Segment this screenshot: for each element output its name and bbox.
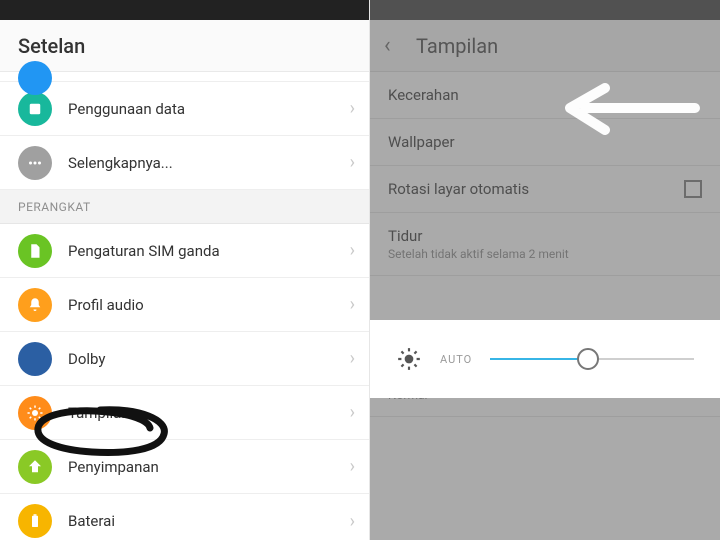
annotation-circle [30,406,170,456]
annotation-arrow [550,80,700,140]
row-more[interactable]: Selengkapnya... › [0,136,369,190]
brightness-sheet: AUTO [370,320,720,398]
row-label: Penggunaan data [68,100,350,118]
more-icon [18,146,52,180]
chevron-right-icon: › [350,240,355,261]
row-data-usage[interactable]: Penggunaan data › [0,82,369,136]
settings-pane: Setelan Penggunaan data › Selengkapnya..… [0,0,370,540]
bell-icon [18,288,52,322]
row-audio-profile[interactable]: Profil audio › [0,278,369,332]
dolby-icon [18,342,52,376]
row-label: Selengkapnya... [68,154,350,172]
slider-track-fill [490,358,588,360]
slider-thumb[interactable] [577,348,599,370]
battery-icon [18,504,52,538]
brightness-slider[interactable] [490,347,694,371]
auto-brightness-label[interactable]: AUTO [440,353,472,366]
row-label: Dolby [68,350,350,368]
row-label: Penyimpanan [68,458,350,476]
row-label: Baterai [68,512,350,530]
chevron-right-icon: › [350,152,355,173]
chevron-right-icon: › [350,98,355,119]
chevron-right-icon: › [350,402,355,423]
page-title: Setelan [0,20,369,72]
status-bar [0,0,369,20]
row-dual-sim[interactable]: Pengaturan SIM ganda › [0,224,369,278]
section-device: PERANGKAT [0,190,369,224]
data-usage-icon [18,92,52,126]
chevron-right-icon: › [350,348,355,369]
row-label: Profil audio [68,296,350,314]
brightness-gear-icon[interactable] [396,346,422,372]
chevron-right-icon: › [350,456,355,477]
chevron-right-icon: › [350,511,355,532]
chevron-right-icon: › [350,294,355,315]
display-detail-pane: ‹ Tampilan Kecerahan Wallpaper Rotasi la… [370,0,720,540]
row-dolby[interactable]: Dolby › [0,332,369,386]
row-label: Pengaturan SIM ganda [68,242,350,260]
sim-icon [18,234,52,268]
